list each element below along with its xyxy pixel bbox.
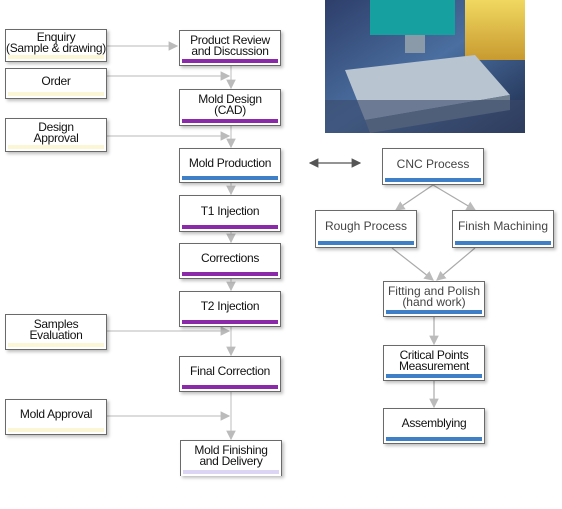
- box-label: T2 Injection: [200, 299, 260, 313]
- t1-injection-box: T1 Injection: [179, 195, 281, 232]
- box-label: CNC Process: [396, 156, 470, 171]
- rough-process-box: Rough Process: [315, 210, 417, 248]
- t2-injection-box: T2 Injection: [179, 291, 281, 327]
- mold-approval-box: Mold Approval: [5, 399, 107, 435]
- box-label: Mold Approval: [19, 407, 93, 421]
- box-label: (hand work): [402, 294, 466, 309]
- box-label: Rough Process: [324, 219, 408, 233]
- box-label: Approval: [33, 130, 79, 145]
- box-label: (Sample & drawing): [6, 41, 106, 55]
- box-label: (CAD): [214, 103, 246, 117]
- order-box: Order: [5, 68, 107, 99]
- box-label: and Delivery: [199, 454, 263, 468]
- critical-points-box: Critical Points Measurement: [383, 345, 485, 381]
- corrections-box: Corrections: [179, 243, 281, 279]
- final-correction-box: Final Correction: [179, 356, 281, 392]
- cnc-process-box: CNC Process: [382, 148, 484, 185]
- fitting-polish-box: Fitting and Polish (hand work): [383, 281, 485, 317]
- box-label: Mold Production: [188, 155, 272, 170]
- box-label: Assemblying: [401, 416, 467, 430]
- box-label: Final Correction: [190, 364, 270, 378]
- box-label: Evaluation: [29, 327, 83, 342]
- design-approval-box: Design Approval: [5, 118, 107, 152]
- mold-production-box: Mold Production: [179, 148, 281, 183]
- product-review-box: Product Review and Discussion: [179, 30, 281, 66]
- mold-finishing-box: Mold Finishing and Delivery: [180, 440, 282, 476]
- assemblying-box: Assemblying: [383, 408, 485, 444]
- process-flow-diagram: Enquiry (Sample & drawing) Order Design Ap…: [0, 0, 562, 509]
- mold-design-box: Mold Design (CAD): [179, 89, 281, 126]
- box-label: T1 Injection: [200, 203, 260, 218]
- enquiry-box: Enquiry (Sample & drawing): [5, 29, 107, 62]
- samples-evaluation-box: Samples Evaluation: [5, 314, 107, 350]
- box-label: Corrections: [200, 251, 260, 265]
- box-label: and Discussion: [191, 43, 269, 58]
- box-label: Measurement: [398, 358, 470, 373]
- box-label: Order: [41, 73, 71, 88]
- box-label: Finish Machining: [457, 219, 549, 233]
- finish-machining-box: Finish Machining: [452, 210, 554, 248]
